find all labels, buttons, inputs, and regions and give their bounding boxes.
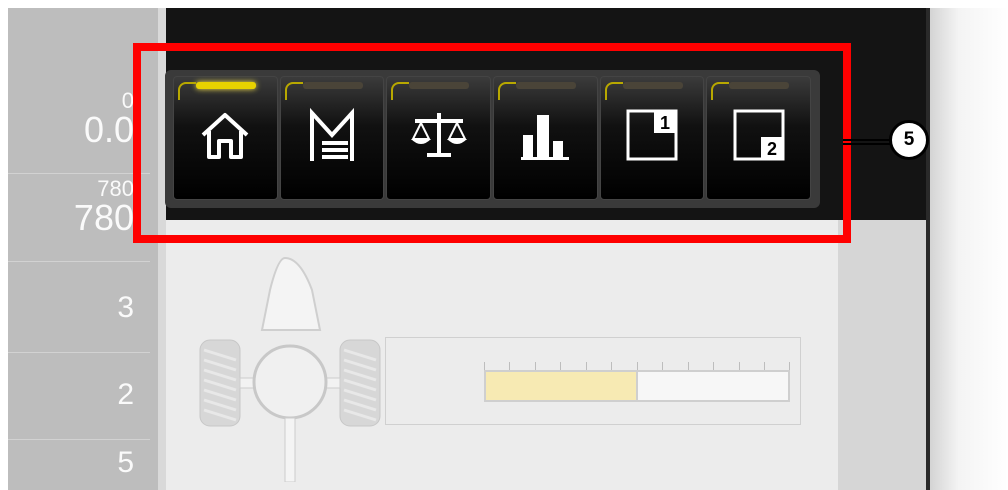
number-row-2[interactable]: 2: [8, 380, 150, 440]
number-row-1[interactable]: 3: [8, 293, 150, 353]
level-gauge: [484, 370, 790, 402]
value-row-2-big: 780: [73, 197, 134, 238]
callout-leader: [843, 143, 891, 145]
number-row-3[interactable]: 5: [8, 448, 150, 490]
level-gauge-divider: [636, 372, 638, 400]
highlight-frame: [133, 43, 851, 243]
value-row-2: 780 780: [8, 178, 150, 262]
value-row-1: 0 0.0: [8, 90, 150, 174]
callout-number: 5: [889, 120, 929, 160]
callout-leader: [843, 139, 891, 141]
bezel-edge: [926, 8, 930, 490]
value-row-1-big: 0.0: [83, 109, 134, 150]
level-gauge-fill: [486, 372, 637, 400]
display-bezel: [926, 8, 1008, 490]
tractor-icon: [199, 256, 381, 482]
